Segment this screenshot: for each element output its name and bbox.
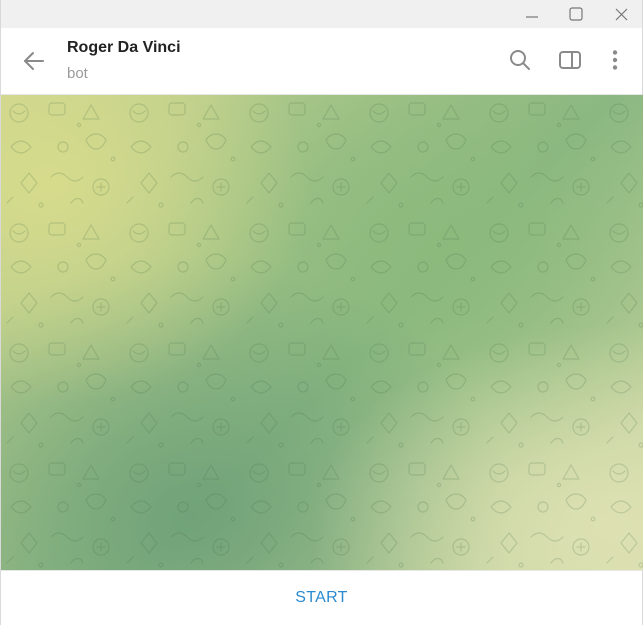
chat-header: Roger Da Vinci bot: [1, 28, 642, 95]
doodle-pattern: [1, 95, 643, 570]
maximize-button[interactable]: [553, 0, 599, 28]
bottom-bar: START: [1, 570, 642, 625]
minimize-button[interactable]: [509, 0, 555, 28]
search-icon: [508, 48, 532, 77]
arrow-left-icon: [22, 49, 46, 78]
search-button[interactable]: [506, 48, 534, 76]
more-options-button[interactable]: [601, 48, 629, 76]
minimize-icon: [526, 8, 538, 20]
window-titlebar: [1, 0, 642, 28]
close-button[interactable]: [598, 0, 643, 28]
more-vertical-icon: [603, 48, 627, 77]
chat-title[interactable]: Roger Da Vinci: [67, 39, 181, 57]
toggle-sidebar-button[interactable]: [556, 48, 584, 76]
close-icon: [615, 8, 628, 21]
chat-background: [1, 95, 643, 570]
start-button[interactable]: START: [271, 581, 371, 615]
sidebar-panel-icon: [558, 48, 582, 77]
chat-subtitle: bot: [67, 65, 88, 82]
back-button[interactable]: [19, 48, 49, 78]
maximize-icon: [569, 7, 583, 21]
telegram-window: Roger Da Vinci bot START: [0, 0, 643, 625]
